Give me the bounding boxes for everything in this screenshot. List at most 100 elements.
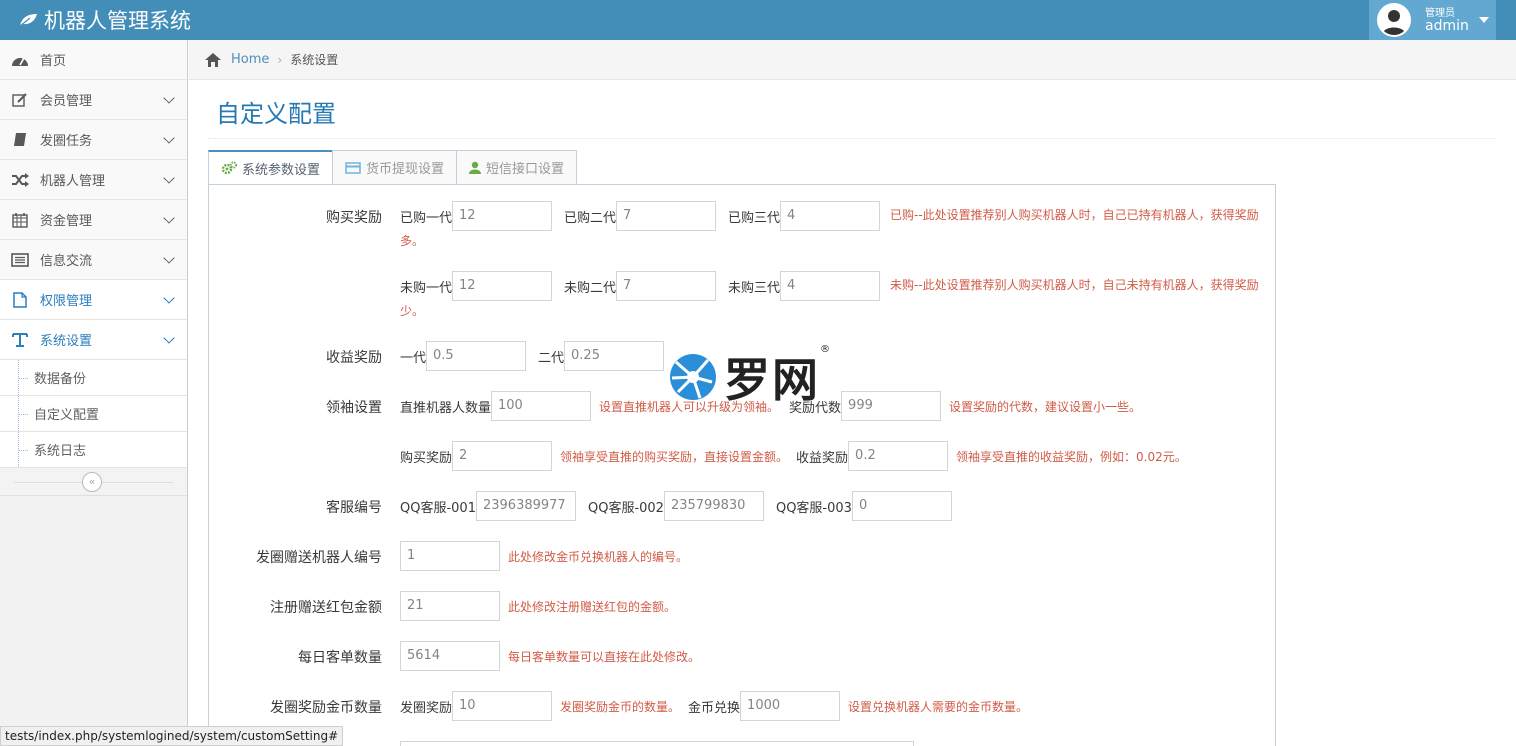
qq-service-2-input[interactable]: 235799830 bbox=[663, 491, 764, 521]
qq-service-1-input[interactable]: 2396389977 bbox=[475, 491, 576, 521]
calendar-icon bbox=[10, 212, 30, 228]
field-label: 收益奖励 bbox=[796, 450, 849, 466]
caret-down-icon bbox=[1478, 17, 1489, 23]
sidebar-item-label: 资金管理 bbox=[40, 214, 93, 229]
sidebar-item-settings[interactable]: 系统设置 bbox=[0, 320, 187, 360]
watermark-text: 罗网 bbox=[724, 353, 820, 407]
text-icon bbox=[10, 332, 30, 348]
field-label: 发圈奖励 bbox=[400, 700, 453, 716]
bottom-textarea[interactable] bbox=[400, 741, 914, 746]
top-navbar: 机器人管理系统 管理员 admin bbox=[0, 0, 1516, 40]
sidebar-item-funds[interactable]: 资金管理 bbox=[0, 200, 187, 240]
file-icon bbox=[10, 291, 30, 308]
chevron-right-icon: › bbox=[277, 52, 283, 67]
gift-robot-input[interactable]: 1 bbox=[400, 541, 500, 571]
sidebar-subitem-label: 系统日志 bbox=[34, 444, 87, 459]
sidebar-subitem-custom-config[interactable]: 自定义配置 bbox=[0, 396, 187, 432]
book-icon bbox=[10, 132, 30, 148]
sidebar-item-label: 信息交流 bbox=[40, 254, 93, 269]
chevron-down-icon bbox=[163, 332, 175, 344]
credit-card-icon bbox=[345, 161, 361, 174]
sidebar-item-robots[interactable]: 机器人管理 bbox=[0, 160, 187, 200]
sidebar-subitem-logs[interactable]: 系统日志 bbox=[0, 432, 187, 468]
chevron-down-icon bbox=[163, 212, 175, 224]
register-gift-label: 注册赠送红包金额 bbox=[270, 600, 382, 616]
chevron-down-icon bbox=[163, 252, 175, 264]
coin-reward-row: 发圈奖励 10 发圈奖励金币的数量。 金币兑换 1000 设置兑换机器人需要的金… bbox=[400, 691, 1028, 721]
tab-withdraw[interactable]: 货币提现设置 bbox=[332, 150, 458, 185]
watermark-logo: 罗网 ® bbox=[668, 344, 830, 410]
sidebar-item-label: 权限管理 bbox=[40, 294, 93, 309]
dashboard-icon bbox=[10, 52, 30, 68]
coin-reward-label: 发圈奖励金币数量 bbox=[270, 700, 382, 716]
brand[interactable]: 机器人管理系统 bbox=[18, 5, 191, 35]
home-icon bbox=[205, 52, 221, 67]
income-row: 一代 0.5 二代 0.25 bbox=[400, 341, 665, 371]
sidebar-item-members[interactable]: 会员管理 bbox=[0, 80, 187, 120]
leader-income-note: 领袖享受直推的收益奖励，例如：0.02元。 bbox=[956, 449, 1187, 464]
user-name: admin bbox=[1425, 18, 1469, 34]
field-label: 金币兑换 bbox=[688, 700, 741, 716]
sidebar-subitem-backup[interactable]: 数据备份 bbox=[0, 360, 187, 396]
register-gift-input[interactable]: 21 bbox=[400, 591, 500, 621]
random-icon bbox=[10, 172, 30, 188]
income-gen1-input[interactable]: 0.5 bbox=[426, 341, 527, 371]
coin-reward-note: 发圈奖励金币的数量。 bbox=[560, 699, 681, 714]
sidebar-item-label: 会员管理 bbox=[40, 94, 93, 109]
field-label: QQ客服-002 bbox=[587, 500, 664, 516]
breadcrumb-current: 系统设置 bbox=[290, 53, 339, 67]
field-label: QQ客服-003 bbox=[775, 500, 852, 516]
user-menu[interactable]: 管理员 admin bbox=[1369, 0, 1496, 40]
chevron-down-icon bbox=[163, 292, 175, 304]
chevron-down-icon bbox=[163, 172, 175, 184]
divider bbox=[208, 138, 1496, 139]
gift-robot-row: 1 此处修改金币兑换机器人的编号。 bbox=[400, 541, 688, 571]
tab-sms[interactable]: 短信接口设置 bbox=[456, 150, 578, 185]
leader-buy-note: 领袖享受直推的购买奖励，直接设置金额。 bbox=[560, 449, 789, 464]
sidebar-item-home[interactable]: 首页 bbox=[0, 40, 187, 80]
leader-gen-note: 设置奖励的代数，建议设置小一些。 bbox=[949, 399, 1142, 414]
field-label: 直推机器人数量 bbox=[400, 400, 492, 416]
unbought-note: 未购--此处设置推荐别人购买机器人时，自己未持有机器人，获得奖励少。 bbox=[400, 278, 1259, 318]
avatar bbox=[1377, 3, 1411, 37]
sidebar-item-label: 系统设置 bbox=[40, 334, 93, 349]
register-gift-note: 此处修改注册赠送红包的金额。 bbox=[508, 599, 677, 614]
leader-gen-input[interactable]: 999 bbox=[841, 391, 942, 421]
leader-label: 领袖设置 bbox=[326, 400, 382, 416]
income-reward-label: 收益奖励 bbox=[326, 350, 382, 366]
field-label: 一代 bbox=[400, 350, 427, 366]
income-gen2-input[interactable]: 0.25 bbox=[564, 341, 665, 371]
collapse-icon[interactable]: « bbox=[82, 472, 102, 492]
daily-orders-note: 每日客单数量可以直接在此处修改。 bbox=[508, 649, 701, 664]
tab-system-params[interactable]: 系统参数设置 bbox=[208, 150, 334, 185]
coin-exchange-note: 设置兑换机器人需要的金币数量。 bbox=[848, 699, 1029, 714]
qq-service-3-input[interactable]: 0 bbox=[851, 491, 952, 521]
daily-orders-input[interactable]: 5614 bbox=[400, 641, 500, 671]
coin-reward-input[interactable]: 10 bbox=[452, 691, 553, 721]
status-url: tests/index.php/systemlogined/system/cus… bbox=[0, 726, 344, 746]
sidebar-item-messages[interactable]: 信息交流 bbox=[0, 240, 187, 280]
daily-orders-label: 每日客单数量 bbox=[298, 650, 382, 666]
leader-buy-input[interactable]: 2 bbox=[452, 441, 553, 471]
sidebar-item-permissions[interactable]: 权限管理 bbox=[0, 280, 187, 320]
sidebar-item-label: 机器人管理 bbox=[40, 174, 106, 189]
sidebar-item-label: 发圈任务 bbox=[40, 134, 93, 149]
breadcrumb-home-link[interactable]: Home bbox=[231, 52, 269, 67]
coin-exchange-input[interactable]: 1000 bbox=[740, 691, 841, 721]
sidebar-collapse-bar: « bbox=[0, 468, 187, 496]
buy-reward-label: 购买奖励 bbox=[326, 210, 382, 226]
sidebar: 首页 会员管理 发圈任务 机器人管理 资金管理 信息交流 权限管理 系统设置 数… bbox=[0, 40, 188, 746]
field-label: 二代 bbox=[538, 350, 565, 366]
register-gift-row: 21 此处修改注册赠送红包的金额。 bbox=[400, 591, 676, 621]
daily-orders-row: 5614 每日客单数量可以直接在此处修改。 bbox=[400, 641, 700, 671]
leader-income-input[interactable]: 0.2 bbox=[848, 441, 949, 471]
leader-direct-input[interactable]: 100 bbox=[491, 391, 592, 421]
tab-label: 货币提现设置 bbox=[366, 162, 445, 177]
service-label: 客服编号 bbox=[326, 500, 382, 516]
chevron-down-icon bbox=[163, 132, 175, 144]
leader-row-2: 购买奖励 2 领袖享受直推的购买奖励，直接设置金额。 收益奖励 0.2 领袖享受… bbox=[400, 441, 1187, 471]
sidebar-item-tasks[interactable]: 发圈任务 bbox=[0, 120, 187, 160]
edit-icon bbox=[10, 92, 30, 108]
sidebar-subitem-label: 自定义配置 bbox=[34, 408, 100, 423]
breadcrumb: Home › 系统设置 bbox=[189, 40, 1516, 80]
